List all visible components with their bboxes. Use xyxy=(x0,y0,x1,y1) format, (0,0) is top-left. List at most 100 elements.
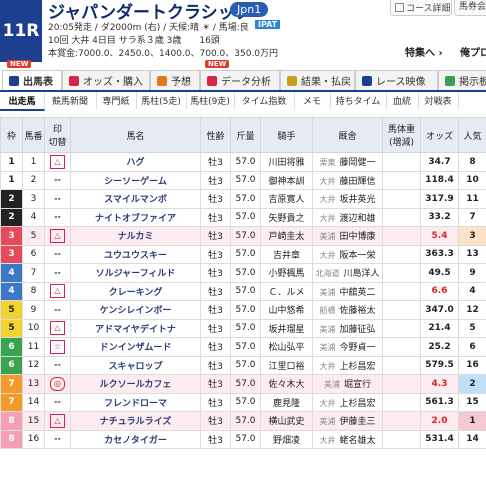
mark-cell[interactable]: -- xyxy=(44,189,71,209)
horse-name[interactable]: アドマイヤデイトナ xyxy=(70,318,201,338)
jockey-name[interactable]: 川田将雅 xyxy=(260,152,313,172)
horse-name[interactable]: シーソーゲーム xyxy=(70,170,201,190)
jockey-name[interactable]: 御神本訓 xyxy=(260,170,313,190)
table-row[interactable]: 8 15 △ ナチュラルライズ 牡3 57.0 横山武史 美浦 伊藤圭三 2.0 1 xyxy=(0,411,486,431)
odds-value[interactable]: 4.3 xyxy=(420,374,459,394)
trainer-label[interactable]: 上杉昌宏 xyxy=(339,362,375,372)
prediction-mark[interactable]: -- xyxy=(51,359,64,371)
trainer-label[interactable]: 藤田輝信 xyxy=(339,177,375,187)
sub-tab-0[interactable]: 出走馬 xyxy=(0,92,45,111)
horse-name[interactable]: ナチュラルライズ xyxy=(70,411,201,431)
trainer-label[interactable]: 加藤征弘 xyxy=(339,325,375,335)
odds-value[interactable]: 25.2 xyxy=(420,337,459,357)
mark-cell[interactable]: -- xyxy=(44,355,71,375)
odds-value[interactable]: 34.7 xyxy=(420,152,459,172)
mark-cell[interactable]: -- xyxy=(44,429,71,449)
trainer-label[interactable]: 川島洋人 xyxy=(343,269,379,279)
trainer-name[interactable]: 大井 坂井英光 xyxy=(312,189,383,209)
table-row[interactable]: 8 16 -- カセノタイガー 牡3 57.0 野畑凌 大井 蛯名雄太 531.4 14 xyxy=(0,429,486,449)
main-tab-5[interactable]: レース映像 xyxy=(355,70,438,90)
table-row[interactable]: 2 4 -- ナイトオブファイア 牡3 57.0 矢野貴之 大井 渡辺和雄 33.2 7 xyxy=(0,207,486,227)
trainer-label[interactable]: 蛯名雄太 xyxy=(339,436,375,446)
prediction-mark[interactable]: △ xyxy=(50,284,65,299)
jockey-name[interactable]: 坂井瑠星 xyxy=(260,318,313,338)
odds-value[interactable]: 2.0 xyxy=(420,411,459,431)
horse-name[interactable]: ソルジャーフィルド xyxy=(70,263,201,283)
trainer-label[interactable]: 藤岡健一 xyxy=(339,158,375,168)
course-detail-button[interactable]: コース詳細 xyxy=(390,0,452,16)
jockey-name[interactable]: 野畑凌 xyxy=(260,429,313,449)
prediction-mark[interactable]: -- xyxy=(51,248,64,260)
main-tab-4[interactable]: 結果・払戻 xyxy=(280,70,355,90)
table-row[interactable]: 7 14 -- フレンドローマ 牡3 57.0 鹿見隆 大井 上杉昌宏 561.3 15 xyxy=(0,392,486,412)
trainer-name[interactable]: 大井 渡辺和雄 xyxy=(312,207,383,227)
trainer-name[interactable]: 大井 藤田輝信 xyxy=(312,170,383,190)
table-row[interactable]: 4 8 △ クレーキング 牡3 57.0 Ｃ．ルメ 美浦 中舘英二 6.6 4 xyxy=(0,281,486,301)
jockey-name[interactable]: 吉原寛人 xyxy=(260,189,313,209)
odds-value[interactable]: 317.9 xyxy=(420,189,459,209)
horse-name[interactable]: スキャロップ xyxy=(70,355,201,375)
mark-cell[interactable]: △ xyxy=(44,318,71,338)
trainer-label[interactable]: 堀宣行 xyxy=(344,380,371,390)
col-mark[interactable]: 印切替 xyxy=(44,117,71,153)
prediction-mark[interactable]: △ xyxy=(50,154,65,169)
trainer-label[interactable]: 佐藤裕太 xyxy=(339,306,375,316)
prediction-mark[interactable]: -- xyxy=(51,211,64,223)
sub-tab-5[interactable]: タイム指数 xyxy=(234,92,295,109)
prediction-mark[interactable]: -- xyxy=(51,174,64,186)
trainer-name[interactable]: 美浦 中舘英二 xyxy=(312,281,383,301)
prediction-mark[interactable]: -- xyxy=(51,193,64,205)
prediction-mark[interactable]: △ xyxy=(50,228,65,243)
ipat-badge[interactable]: IPAT xyxy=(255,20,281,29)
jockey-name[interactable]: 小野楓馬 xyxy=(260,263,313,283)
prediction-mark[interactable]: ☆ xyxy=(50,339,65,354)
jockey-name[interactable]: 山中悠希 xyxy=(260,300,313,320)
mark-cell[interactable]: -- xyxy=(44,207,71,227)
jockey-name[interactable]: 吉井章 xyxy=(260,244,313,264)
jockey-name[interactable]: 江里口裕 xyxy=(260,355,313,375)
trainer-name[interactable]: 美浦 田中博康 xyxy=(312,226,383,246)
jockey-name[interactable]: 横山武史 xyxy=(260,411,313,431)
horse-ticket-button[interactable]: 馬券会 xyxy=(454,0,486,16)
trainer-label[interactable]: 今野貞一 xyxy=(339,343,375,353)
odds-value[interactable]: 363.3 xyxy=(420,244,459,264)
table-row[interactable]: 4 7 -- ソルジャーフィルド 牡3 57.0 小野楓馬 北海道 川島洋人 49.5 9 xyxy=(0,263,486,283)
mark-cell[interactable]: △ xyxy=(44,281,71,301)
mark-cell[interactable]: -- xyxy=(44,263,71,283)
trainer-label[interactable]: 伊藤圭三 xyxy=(339,417,375,427)
main-tab-6[interactable]: 掲示板 xyxy=(438,70,486,90)
jockey-name[interactable]: 矢野貴之 xyxy=(260,207,313,227)
sub-tab-2[interactable]: 専門紙 xyxy=(96,92,137,109)
sub-tab-6[interactable]: メモ xyxy=(294,92,331,109)
mark-cell[interactable]: ◎ xyxy=(44,374,71,394)
trainer-name[interactable]: 大井 蛯名雄太 xyxy=(312,429,383,449)
mark-cell[interactable]: -- xyxy=(44,392,71,412)
main-tab-1[interactable]: オッズ・購入 xyxy=(62,70,150,90)
odds-value[interactable]: 347.0 xyxy=(420,300,459,320)
prediction-mark[interactable]: -- xyxy=(51,396,64,408)
sub-tab-7[interactable]: 持ちタイム xyxy=(330,92,387,109)
jockey-name[interactable]: 松山弘平 xyxy=(260,337,313,357)
prediction-mark[interactable]: -- xyxy=(51,433,64,445)
jockey-name[interactable]: 戸崎圭太 xyxy=(260,226,313,246)
table-row[interactable]: 7 13 ◎ ルクソールカフェ 牡3 57.0 佐々木大 美浦 堀宣行 4.3 2 xyxy=(0,374,486,394)
odds-value[interactable]: 6.6 xyxy=(420,281,459,301)
trainer-label[interactable]: 渡辺和雄 xyxy=(339,214,375,224)
sub-tab-8[interactable]: 血統 xyxy=(386,92,419,109)
odds-value[interactable]: 531.4 xyxy=(420,429,459,449)
trainer-name[interactable]: 美浦 今野貞一 xyxy=(312,337,383,357)
main-tab-0[interactable]: 出馬表 NEW xyxy=(2,60,62,90)
main-tab-3[interactable]: データ分析 NEW xyxy=(200,60,280,90)
trainer-label[interactable]: 阪本一栄 xyxy=(339,251,375,261)
horse-name[interactable]: ナルカミ xyxy=(70,226,201,246)
table-row[interactable]: 6 11 ☆ ドンインザムード 牡3 57.0 松山弘平 美浦 今野貞一 25.2 6 xyxy=(0,337,486,357)
trainer-name[interactable]: 美浦 加藤征弘 xyxy=(312,318,383,338)
horse-name[interactable]: フレンドローマ xyxy=(70,392,201,412)
trainer-name[interactable]: 大井 上杉昌宏 xyxy=(312,355,383,375)
odds-value[interactable]: 49.5 xyxy=(420,263,459,283)
odds-value[interactable]: 561.3 xyxy=(420,392,459,412)
mark-cell[interactable]: △ xyxy=(44,411,71,431)
horse-name[interactable]: ケンシレインボー xyxy=(70,300,201,320)
horse-name[interactable]: スマイルマンボ xyxy=(70,189,201,209)
mark-cell[interactable]: △ xyxy=(44,152,71,172)
